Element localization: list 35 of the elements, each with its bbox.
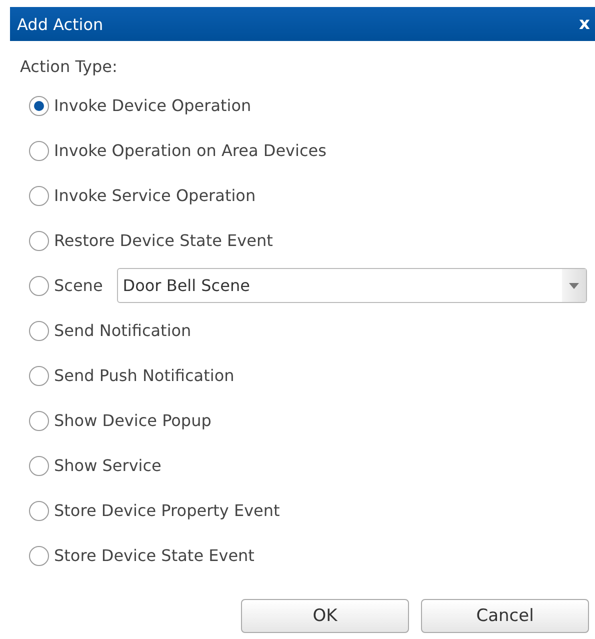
ok-button[interactable]: OK: [241, 599, 409, 633]
radio-option[interactable]: Invoke Service Operation: [29, 186, 256, 206]
radio-icon[interactable]: [29, 546, 49, 566]
radio-option[interactable]: Store Device State Event: [29, 546, 254, 566]
window-title: Add Action: [17, 14, 104, 34]
dropdown-value: Door Bell Scene: [122, 276, 250, 295]
radio-icon[interactable]: [29, 500, 49, 520]
option-label: Show Service: [54, 456, 162, 475]
option-label: Send Notification: [54, 321, 192, 340]
radio-option[interactable]: Show Service: [29, 456, 162, 476]
radio-option[interactable]: Scene: [29, 276, 103, 296]
radio-option[interactable]: Send Notification: [29, 320, 192, 340]
radio-option[interactable]: Invoke Device Operation: [29, 96, 252, 116]
radio-option[interactable]: Show Device Popup: [29, 410, 212, 430]
radio-icon[interactable]: [29, 320, 49, 340]
radio-icon[interactable]: [29, 276, 49, 296]
cancel-button[interactable]: Cancel: [421, 599, 589, 633]
radio-icon[interactable]: [29, 366, 49, 386]
option-label: Store Device State Event: [54, 546, 254, 565]
option-label: Invoke Device Operation: [54, 96, 252, 115]
radio-icon[interactable]: [29, 96, 49, 116]
scene-dropdown[interactable]: Door Bell Scene: [116, 268, 587, 303]
radio-option[interactable]: Send Push Notification: [29, 366, 234, 386]
radio-icon[interactable]: [29, 230, 49, 250]
radio-icon[interactable]: [29, 186, 49, 206]
section-label: Action Type:: [20, 57, 118, 77]
radio-icon[interactable]: [29, 140, 49, 160]
option-label: Send Push Notification: [54, 366, 234, 385]
close-button[interactable]: x: [579, 14, 595, 34]
option-label: Scene: [54, 276, 103, 295]
radio-icon[interactable]: [29, 410, 49, 430]
option-label: Invoke Service Operation: [54, 186, 256, 205]
option-label: Show Device Popup: [54, 411, 212, 430]
caret-icon: [568, 282, 579, 288]
radio-icon[interactable]: [29, 456, 49, 476]
